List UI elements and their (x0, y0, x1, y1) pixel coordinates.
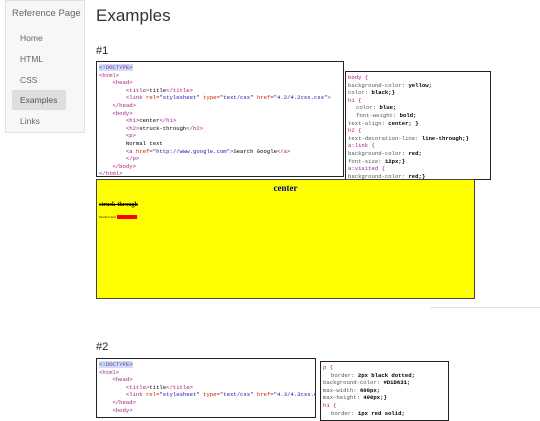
css-line: max-height: 400px;} (323, 394, 387, 402)
example-2-css-code: p { border: 2px black dotted; background… (320, 361, 449, 421)
preview-paragraph: Normal text Search Google (99, 215, 138, 219)
css-line: text-decoration-line: line-through;} (348, 134, 469, 142)
code-line: <!DOCTYPE> (99, 361, 133, 368)
css-line: a:visited { (348, 165, 385, 173)
page-title: Examples (96, 6, 171, 25)
code-line: <link rel="stylesheet" type="text/css" h… (125, 391, 315, 399)
css-line: background-color: red; (348, 149, 422, 157)
preview-heading-center: center (273, 183, 298, 193)
code-line: <head> (112, 376, 133, 384)
css-line: h2 { (348, 127, 362, 135)
sidebar-item-links[interactable]: Links (12, 111, 66, 131)
example-2-heading: #2 (96, 341, 109, 353)
preview-heading-struck: struck-through (99, 202, 138, 208)
css-line: background-color: yellow; (348, 81, 432, 89)
css-line: a:link { (348, 142, 375, 150)
sidebar-item-home[interactable]: Home (12, 28, 66, 48)
example-1-heading: #1 (96, 45, 109, 57)
code-line: <a href="http://www.google.com">Search G… (125, 147, 291, 155)
section-divider (430, 307, 540, 308)
code-line: <title>title</title> (125, 86, 194, 94)
example-1-css-code: body { background-color: yellow; color: … (345, 71, 491, 180)
preview-search-link[interactable]: Search Google (116, 215, 138, 219)
css-line: background-color: #D1D631; (323, 379, 411, 387)
code-line: </head> (112, 398, 136, 406)
preview-normal-text: Normal text (99, 215, 116, 219)
code-line: </p> (125, 155, 140, 163)
code-line: <html> (99, 71, 120, 79)
sidebar-item-html[interactable]: HTML (12, 49, 66, 69)
css-line: border: 1px red solid; (331, 409, 405, 417)
code-line: <body> (112, 406, 133, 414)
code-line: <h1>center</h1> (125, 117, 177, 125)
sidebar-item-css[interactable]: CSS (12, 70, 66, 90)
code-line: <html> (99, 368, 120, 376)
code-line: <p> (125, 132, 136, 140)
css-line: color: black;} (348, 89, 395, 97)
css-line: border: 2px black dotted; (331, 371, 415, 379)
css-line: color: blue; (356, 104, 397, 112)
css-line: p { (323, 364, 334, 371)
example-2-html-code: <!DOCTYPE> <html> <head> <title>title</t… (96, 358, 316, 418)
sidebar-item-examples[interactable]: Examples (12, 90, 66, 110)
code-line: <!DOCTYPE> (99, 64, 133, 71)
css-line: max-width: 600px; (323, 386, 381, 394)
code-line: <title>title</title> (125, 383, 194, 391)
code-line: <link rel="stylesheet" type="text/css" h… (125, 94, 331, 102)
code-line: </html> (99, 170, 123, 177)
code-line: <head> (112, 79, 133, 87)
css-line: text-align: center; } (348, 119, 419, 127)
example-1-preview: center struck-through Normal text Search… (96, 179, 475, 299)
code-line: <h2>struck-through</h2> (125, 124, 204, 132)
css-line: font-size: 12px;} (348, 157, 406, 165)
code-line: </head> (112, 101, 136, 109)
code-line: Normal text (125, 139, 163, 147)
sidebar-nav: Reference Page Home HTML CSS Examples Li… (5, 0, 85, 133)
code-line: <body> (112, 109, 133, 117)
css-line: h1 { (348, 96, 362, 104)
code-line: </body> (112, 162, 136, 170)
sidebar-title: Reference Page (12, 8, 81, 19)
css-line: body { (348, 74, 369, 81)
example-1-html-code: <!DOCTYPE> <html> <head> <title>title</t… (96, 61, 344, 177)
css-line: font-weight: bold; (356, 111, 417, 119)
css-line: h1 { (323, 401, 337, 409)
